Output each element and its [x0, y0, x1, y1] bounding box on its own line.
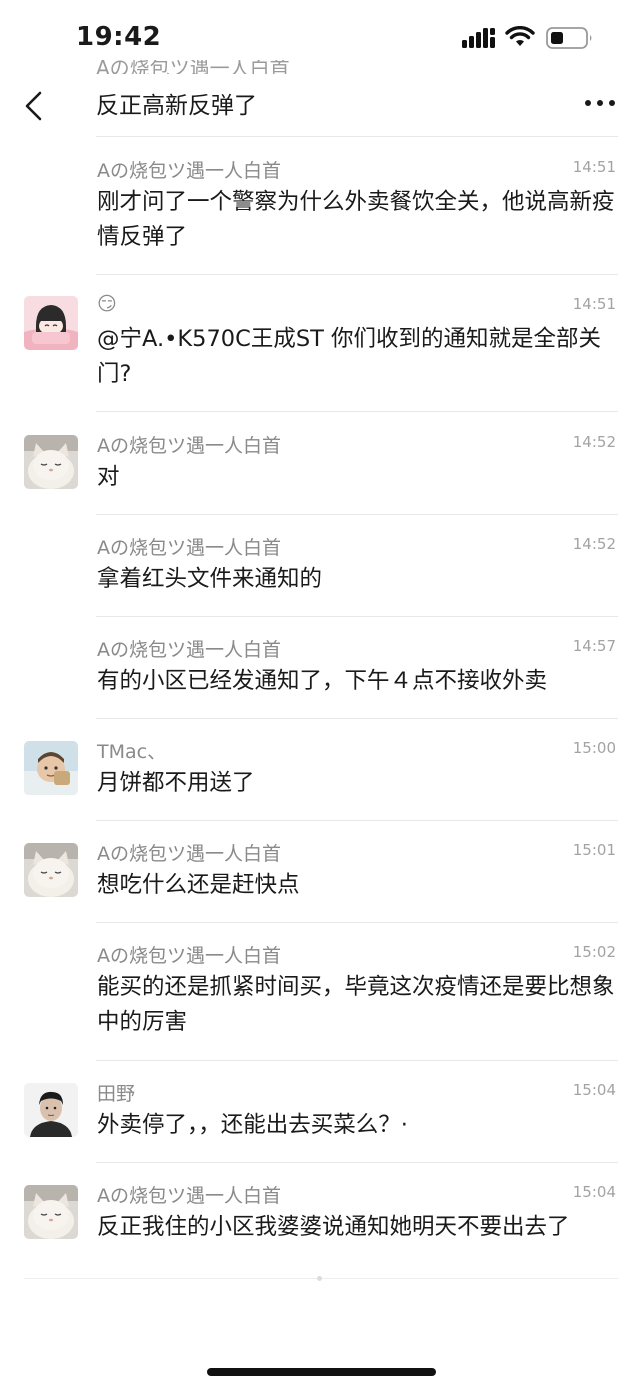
- message-item[interactable]: Aの烧包ツ遇一人白首 14:57 有的小区已经发通知了，下午４点不接收外卖: [0, 616, 642, 719]
- message-time: 14:51: [572, 158, 616, 176]
- message-text: 拿着红头文件来通知的: [97, 566, 323, 592]
- cartoon-girl-avatar[interactable]: [24, 296, 78, 350]
- status-time: 19:42: [76, 22, 162, 52]
- cellular-signal-icon: [462, 28, 495, 48]
- sender-name: Aの烧包ツ遇一人白首: [97, 945, 281, 967]
- message-item[interactable]: 田野 15:04 外卖停了，，还能出去买菜么？·: [0, 1060, 642, 1163]
- message-time: 15:04: [572, 1081, 616, 1099]
- sender-name: Aの烧包ツ遇一人白首: [97, 435, 281, 457]
- message-text: 能买的还是抓紧时间买，毕竟这次疫情还是要比想象中的厉害: [97, 974, 615, 1035]
- cat-avatar[interactable]: [24, 1185, 78, 1239]
- back-chevron-icon[interactable]: [22, 88, 46, 124]
- header-divider: [96, 136, 618, 137]
- more-options-icon[interactable]: [584, 98, 616, 108]
- message-time: 14:51: [572, 295, 616, 313]
- message-time: 15:00: [572, 739, 616, 757]
- message-item[interactable]: Aの烧包ツ遇一人白首 14:51 刚才问了一个警察为什么外卖餐饮全关，他说高新疫…: [0, 138, 642, 275]
- message-item[interactable]: Aの烧包ツ遇一人白首 15:02 能买的还是抓紧时间买，毕竟这次疫情还是要比想象…: [0, 922, 642, 1061]
- message-item[interactable]: Aの烧包ツ遇一人白首 14:52 对: [0, 412, 642, 515]
- message-text: 反正我住的小区我婆婆说通知她明天不要出去了: [97, 1214, 570, 1240]
- wifi-icon: [505, 26, 535, 46]
- message-text: @宁A.•K570C王成ST 你们收到的通知就是全部关门?: [97, 326, 602, 387]
- message-time: 14:52: [572, 433, 616, 451]
- clipped-message-fragment: Aの烧包ツ遇一人白首: [96, 60, 576, 74]
- clipped-sender-name: Aの烧包ツ遇一人白首: [96, 60, 290, 74]
- message-time: 15:02: [572, 943, 616, 961]
- message-text: 外卖停了，，还能出去买菜么？·: [97, 1112, 408, 1138]
- baby-avatar[interactable]: [24, 741, 78, 795]
- battery-icon: [546, 27, 592, 49]
- message-item[interactable]: TMac、 15:00 月饼都不用送了: [0, 718, 642, 821]
- sender-name: 😏: [97, 293, 117, 315]
- home-indicator[interactable]: [207, 1368, 436, 1376]
- message-text: 月饼都不用送了: [97, 770, 255, 796]
- message-item[interactable]: Aの烧包ツ遇一人白首 15:01 想吃什么还是赶快点: [0, 820, 642, 923]
- message-text: 刚才问了一个警察为什么外卖餐饮全关，他说高新疫情反弹了: [97, 189, 615, 250]
- cat-avatar[interactable]: [24, 435, 78, 489]
- man-portrait-avatar[interactable]: [24, 1083, 78, 1137]
- sender-name: Aの烧包ツ遇一人白首: [97, 843, 281, 865]
- message-text: 有的小区已经发通知了，下午４点不接收外卖: [97, 668, 548, 694]
- list-end-dot: [317, 1276, 322, 1281]
- sender-name: TMac、: [97, 741, 167, 763]
- message-item[interactable]: 😏 14:51 @宁A.•K570C王成ST 你们收到的通知就是全部关门?: [0, 275, 642, 412]
- message-text: 对: [97, 464, 120, 490]
- message-time: 14:52: [572, 535, 616, 553]
- message-item[interactable]: Aの烧包ツ遇一人白首 15:04 反正我住的小区我婆婆说通知她明天不要出去了: [0, 1162, 642, 1264]
- sender-name: Aの烧包ツ遇一人白首: [97, 537, 281, 559]
- cat-avatar[interactable]: [24, 843, 78, 897]
- message-time: 15:01: [572, 841, 616, 859]
- message-time: 14:57: [572, 637, 616, 655]
- chat-title: 反正高新反弹了: [96, 93, 257, 119]
- sender-name: Aの烧包ツ遇一人白首: [97, 1185, 281, 1207]
- sender-name: 田野: [97, 1083, 136, 1105]
- sender-name: Aの烧包ツ遇一人白首: [97, 639, 281, 661]
- message-text: 想吃什么还是赶快点: [97, 872, 300, 898]
- chat-header: Aの烧包ツ遇一人白首 反正高新反弹了: [0, 60, 642, 138]
- sender-name: Aの烧包ツ遇一人白首: [97, 160, 281, 182]
- message-item[interactable]: Aの烧包ツ遇一人白首 14:52 拿着红头文件来通知的: [0, 514, 642, 617]
- message-time: 15:04: [572, 1183, 616, 1201]
